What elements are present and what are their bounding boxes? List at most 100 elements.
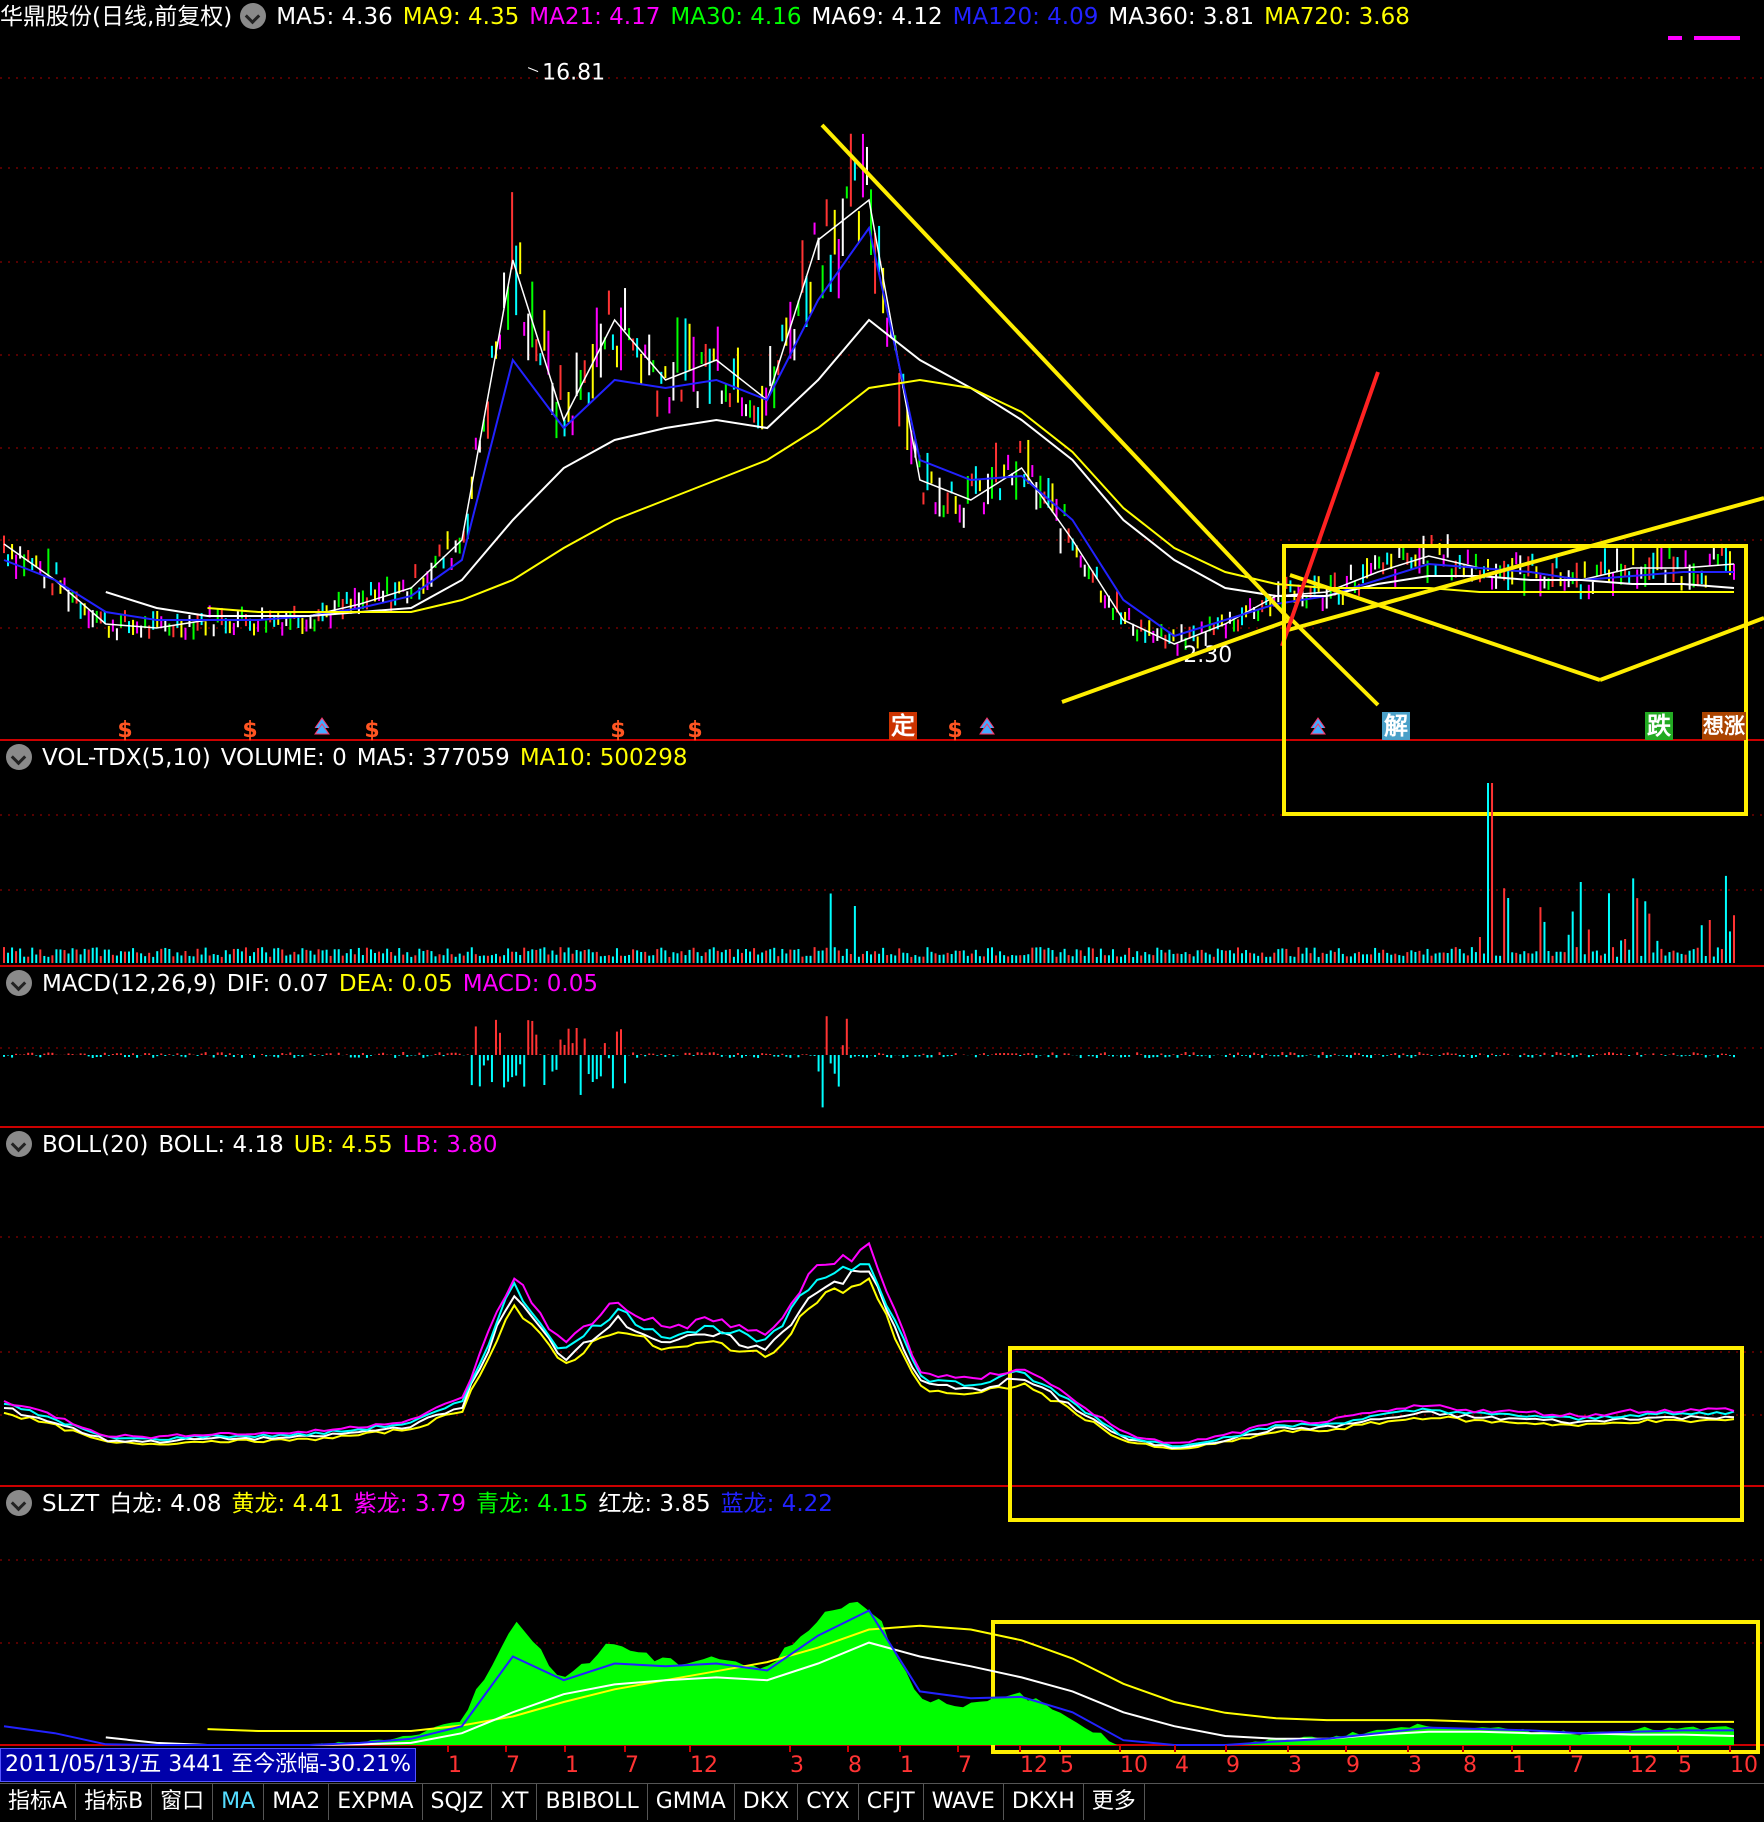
tab-10[interactable]: DKX <box>735 1784 799 1820</box>
main-value-5: MA120: 4.09 <box>952 4 1099 30</box>
x-tick-label-2: 1 <box>565 1753 579 1778</box>
kline-chart[interactable]: 16.812.30$ $ $ $ $ $1 7 1 7 12 3 8 1 7 12 5 10 4 9 3 9 3 8 1 7 12… <box>0 0 1764 1821</box>
bottom-info-bar: 2011/05/13/五 3441 至今涨幅-30.21% <box>0 1748 417 1782</box>
main-header: 华鼎股份(日线,前复权) MA5: 4.36 MA9: 4.35 MA21: 4.17… <box>0 0 1430 34</box>
signal-ding: 定 <box>889 712 917 740</box>
slzt-title: SLZT <box>42 1491 100 1517</box>
trendline-short <box>1290 618 1380 707</box>
tab-5[interactable]: EXPMA <box>329 1784 423 1820</box>
ma-line-MA120 <box>3 225 1734 638</box>
vol-value-1: MA5: 377059 <box>356 745 510 771</box>
dollar-signal-icon: $ <box>117 718 132 743</box>
macd-value-2: MACD: 0.05 <box>462 971 598 997</box>
boll-value-2: LB: 3.80 <box>402 1132 498 1158</box>
vol-header: VOL-TDX(5,10) VOLUME: 0 MA5: 377059 MA10: 5… <box>0 741 708 775</box>
chevron-down-icon[interactable] <box>6 743 32 770</box>
vol-value-0: VOLUME: 0 <box>220 745 347 771</box>
dollar-signal-icon: $ <box>687 718 702 743</box>
dollar-signal-icon: $ <box>242 718 257 743</box>
x-tick-label-6: 8 <box>848 1753 862 1778</box>
x-tick-label-12: 4 <box>1175 1753 1189 1778</box>
trendline-down <box>820 123 1292 622</box>
boll-line-0 <box>3 1276 1735 1450</box>
x-tick-label-8: 7 <box>958 1753 972 1778</box>
tab-3[interactable]: MA <box>213 1784 265 1820</box>
slzt-value-2: 紫龙: 3.79 <box>353 1491 467 1517</box>
main-value-4: MA69: 4.12 <box>811 4 943 30</box>
tab-0[interactable]: 指标A <box>0 1784 77 1820</box>
boll-line-1 <box>3 1269 1735 1450</box>
ma-line-MA360 <box>105 318 1735 617</box>
x-tick-label-17: 8 <box>1463 1753 1477 1778</box>
slzt-header: SLZT 白龙: 4.08 黄龙: 4.41 紫龙: 3.79 青龙: 4.15 红龙: … <box>0 1487 853 1521</box>
slzt-value-1: 黄龙: 4.41 <box>231 1491 344 1517</box>
tab-2[interactable]: 窗口 <box>152 1784 214 1820</box>
tab-1[interactable]: 指标B <box>76 1784 153 1820</box>
x-tick-label-1: 7 <box>506 1753 520 1778</box>
up-arrow-signal-icon <box>979 717 995 735</box>
indicator-tabbar: 指标A 指标B 窗口 MA MA2 EXPMA SQJZ XT BBIBOLL GMMA DKX CY… <box>0 1783 1764 1822</box>
x-tick-label-19: 7 <box>1570 1753 1584 1778</box>
x-tick-label-10: 5 <box>1060 1753 1074 1778</box>
x-tick-label-13: 9 <box>1226 1753 1240 1778</box>
stock-title: 华鼎股份(日线,前复权) <box>0 4 233 30</box>
x-tick-label-5: 3 <box>790 1753 804 1778</box>
up-arrow-signal-icon <box>314 717 330 735</box>
boll-header: BOLL(20) BOLL: 4.18 UB: 4.55 LB: 3.80 <box>0 1128 517 1162</box>
boll-value-1: UB: 4.55 <box>293 1132 393 1158</box>
x-tick-label-3: 7 <box>625 1753 639 1778</box>
x-tick-label-11: 10 <box>1120 1753 1148 1778</box>
macd-value-1: DEA: 0.05 <box>338 971 453 997</box>
x-tick-label-16: 3 <box>1408 1753 1422 1778</box>
x-tick-label-21: 5 <box>1678 1753 1692 1778</box>
tab-12[interactable]: CFJT <box>859 1784 924 1820</box>
tab-9[interactable]: GMMA <box>648 1784 735 1820</box>
x-tick-label-15: 9 <box>1346 1753 1360 1778</box>
chevron-down-icon[interactable] <box>6 1130 32 1157</box>
tab-4[interactable]: MA2 <box>264 1784 330 1820</box>
tab-13[interactable]: WAVE <box>924 1784 1004 1820</box>
chevron-down-icon[interactable] <box>240 2 267 29</box>
tab-15[interactable]: 更多 <box>1084 1784 1145 1820</box>
x-tick-label-7: 1 <box>900 1753 914 1778</box>
up-arrow-signal-icon <box>1310 717 1326 735</box>
chevron-down-icon[interactable] <box>6 969 32 996</box>
main-value-7: MA720: 3.68 <box>1264 4 1410 30</box>
x-tick-label-18: 1 <box>1512 1753 1526 1778</box>
signal-jie: 解 <box>1382 712 1410 740</box>
high-marker <box>527 67 539 73</box>
slzt-value-4: 红龙: 3.85 <box>598 1491 711 1517</box>
high-label: 16.81 <box>542 61 605 86</box>
x-tick-label-0: 1 <box>448 1753 462 1778</box>
slzt-value-3: 青龙: 4.15 <box>476 1491 589 1517</box>
boll-title: BOLL(20) <box>42 1132 149 1158</box>
slzt-value-0: 白龙: 4.08 <box>109 1491 222 1517</box>
tab-6[interactable]: SQJZ <box>423 1784 493 1820</box>
vol-value-2: MA10: 500298 <box>519 745 688 771</box>
trendline-up <box>1061 618 1291 704</box>
x-tick-label-14: 3 <box>1288 1753 1302 1778</box>
chevron-down-icon[interactable] <box>6 1489 32 1516</box>
dollar-signal-icon: $ <box>947 718 962 743</box>
macd-header: MACD(12,26,9) DIF: 0.07 DEA: 0.05 MACD: 0.0… <box>0 967 618 1001</box>
macd-title: MACD(12,26,9) <box>42 971 217 997</box>
x-tick-label-9: 12 <box>1020 1753 1048 1778</box>
boll-line-2 <box>3 1263 1735 1448</box>
main-value-1: MA9: 4.35 <box>402 4 520 30</box>
tab-14[interactable]: DKXH <box>1004 1784 1084 1820</box>
signal-die: 跌 <box>1645 712 1673 740</box>
main-value-2: MA21: 4.17 <box>529 4 661 30</box>
main-value-0: MA5: 4.36 <box>276 4 393 30</box>
tab-11[interactable]: CYX <box>798 1784 859 1820</box>
tab-7[interactable]: XT <box>492 1784 538 1820</box>
x-tick-label-4: 12 <box>690 1753 718 1778</box>
tab-8[interactable]: BBIBOLL <box>537 1784 648 1820</box>
trendline-red <box>1280 371 1380 647</box>
dollar-signal-icon: $ <box>364 718 379 743</box>
vol-title: VOL-TDX(5,10) <box>42 745 211 771</box>
slzt-value-5: 蓝龙: 4.22 <box>720 1491 833 1517</box>
boll-value-0: BOLL: 4.18 <box>158 1132 284 1158</box>
trendline-channel-top <box>1287 496 1764 632</box>
signal-xiangzhang: 想涨 <box>1702 712 1746 740</box>
macd-value-0: DIF: 0.07 <box>226 971 329 997</box>
